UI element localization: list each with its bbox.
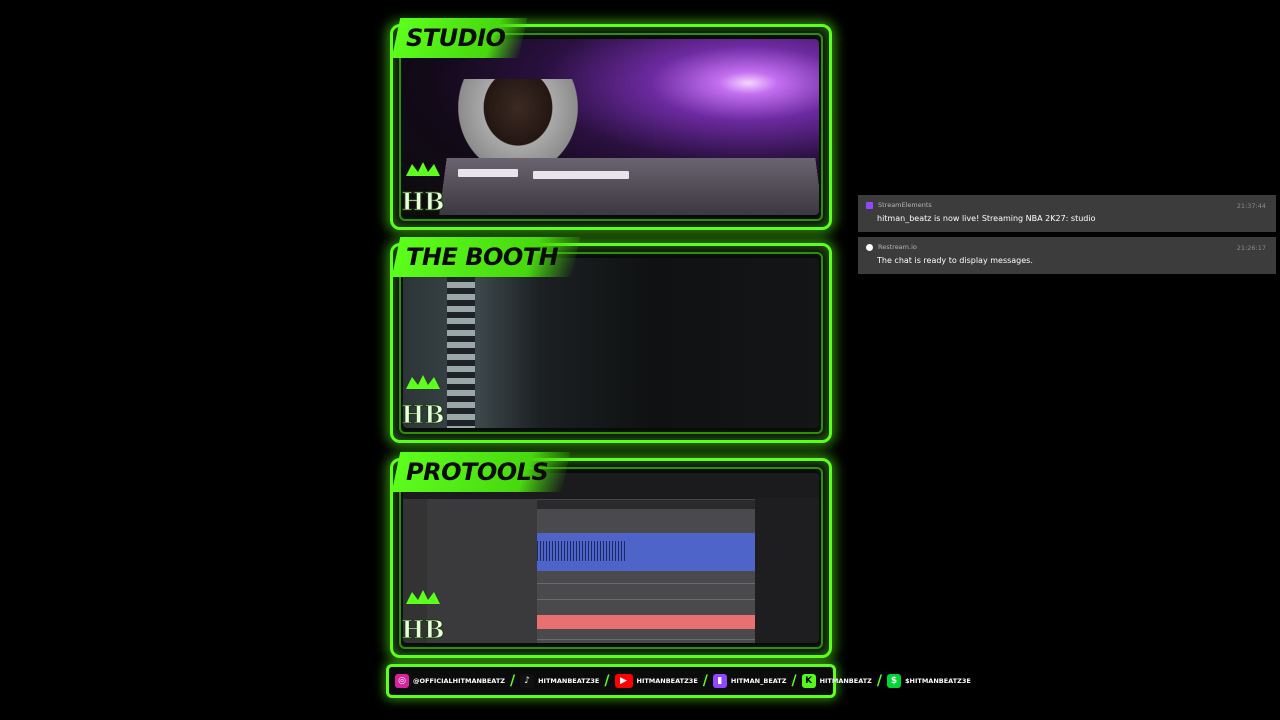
kick-handle: HITMANBEATZ: [819, 677, 872, 685]
social-youtube: ▶ HITMANBEATZ3E: [614, 674, 698, 688]
hb-logo-icon: HB: [401, 590, 445, 645]
studio-panel: STUDIO HB: [390, 18, 832, 230]
tiktok-icon: ♪: [520, 674, 535, 688]
logo-initials: HB: [402, 615, 445, 644]
chat-text: The chat is ready to display messages.: [877, 256, 1033, 265]
logo-initials: HB: [402, 187, 445, 216]
studio-person: [458, 79, 578, 174]
protools-clip-list: [755, 499, 819, 643]
hb-logo-icon: HB: [401, 162, 445, 217]
youtube-icon: ▶: [614, 674, 633, 688]
kick-icon: K: [801, 674, 816, 688]
chat-source: Restream.io: [878, 243, 917, 251]
logo-initials: HB: [402, 400, 445, 429]
protools-screen-capture: [403, 473, 819, 643]
youtube-handle: HITMANBEATZ3E: [636, 677, 698, 685]
social-bar: ◎ @OFFICIALHITMANBEATZ / ♪ HITMANBEATZ3E…: [386, 664, 971, 698]
social-cashapp: $ $HITMANBEATZ3E: [887, 674, 971, 688]
social-tiktok: ♪ HITMANBEATZ3E: [520, 674, 599, 688]
audio-clip: [537, 615, 755, 629]
chat-overlay: StreamElements 21:37:44 hitman_beatz is …: [858, 195, 1276, 279]
studio-camera-feed: [403, 39, 819, 215]
chat-time: 21:37:44: [1236, 202, 1266, 210]
acoustic-foam: [447, 258, 475, 428]
instagram-handle: @OFFICIALHITMANBEATZ: [413, 677, 505, 685]
chat-source: StreamElements: [878, 201, 932, 209]
protools-title: PROTOOLS: [406, 458, 549, 486]
chat-text: hitman_beatz is now live! Streaming NBA …: [877, 214, 1096, 223]
chat-message: Restream.io 21:26:17 The chat is ready t…: [858, 237, 1276, 274]
restream-icon: [866, 243, 873, 251]
studio-title-banner: STUDIO: [391, 18, 528, 58]
instagram-icon: ◎: [395, 674, 409, 688]
cashapp-handle: $HITMANBEATZ3E: [905, 677, 971, 685]
social-twitch: ▮ HITMAN_BEATZ: [712, 674, 787, 688]
chat-message: StreamElements 21:37:44 hitman_beatz is …: [858, 195, 1276, 232]
hb-logo-icon: HB: [401, 375, 445, 430]
protools-title-banner: PROTOOLS: [391, 452, 571, 492]
booth-camera-feed: [403, 258, 819, 428]
protools-panel: PROTOOLS HB: [390, 452, 832, 658]
protools-edit-window: [537, 509, 755, 643]
social-instagram: ◎ @OFFICIALHITMANBEATZ: [395, 674, 505, 688]
booth-title: THE BOOTH: [406, 243, 559, 271]
booth-title-banner: THE BOOTH: [391, 237, 581, 277]
twitch-icon: ▮: [712, 674, 727, 688]
tiktok-handle: HITMANBEATZ3E: [538, 677, 600, 685]
twitch-handle: HITMAN_BEATZ: [730, 677, 787, 685]
audio-clip: [537, 533, 755, 571]
chat-time: 21:26:17: [1236, 244, 1266, 252]
cashapp-icon: $: [887, 674, 902, 688]
twitch-icon: [866, 201, 873, 209]
studio-title: STUDIO: [406, 24, 506, 52]
booth-panel: THE BOOTH HB: [390, 237, 832, 443]
social-kick: K HITMANBEATZ: [801, 674, 872, 688]
mixing-desk: [439, 157, 819, 215]
